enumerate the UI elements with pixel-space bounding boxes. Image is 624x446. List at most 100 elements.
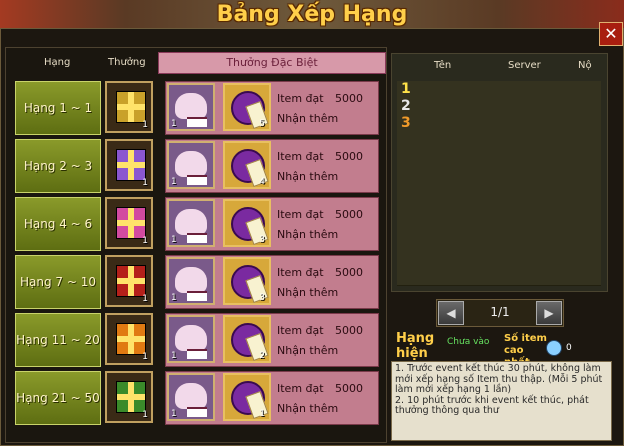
event-notes: 1. Trước event kết thúc 30 phút, không l…: [391, 361, 612, 441]
bonus-label: Nhận thêm: [277, 286, 339, 299]
scroll-orb-slot[interactable]: 3: [223, 257, 271, 305]
close-button[interactable]: ✕: [599, 22, 623, 46]
prev-page-button[interactable]: ◀: [438, 301, 464, 325]
item-count: 3: [259, 235, 265, 245]
column-header-rank: Hạng: [44, 57, 71, 68]
item-count: 1: [142, 178, 148, 188]
best-item-value: 0: [566, 343, 572, 353]
gift-box-slot[interactable]: 1: [105, 371, 153, 423]
monster-icon: [175, 151, 207, 185]
column-header-reward: Thưởng: [108, 57, 146, 68]
note-line: 2. 10 phút trước khi event kết thúc, phá…: [395, 394, 589, 416]
item-count: 1: [171, 177, 177, 187]
item-count: 1: [259, 409, 265, 419]
item-count: 1: [142, 294, 148, 304]
gift-box-icon: [116, 323, 146, 355]
item-requirement-value: 5000: [335, 382, 363, 395]
monster-card-slot[interactable]: 1: [167, 141, 215, 189]
gift-box-slot[interactable]: 1: [105, 81, 153, 133]
ranking-row: 3: [397, 115, 601, 133]
item-requirement-label: Item đạt: [277, 324, 324, 337]
monster-icon: [175, 325, 207, 359]
item-requirement-value: 5000: [335, 208, 363, 221]
bonus-label: Nhận thêm: [277, 228, 339, 241]
next-page-button[interactable]: ▶: [536, 301, 562, 325]
item-count: 4: [259, 177, 265, 187]
item-requirement-label: Item đạt: [277, 382, 324, 395]
item-count: 1: [142, 410, 148, 420]
monster-card-slot[interactable]: 1: [167, 257, 215, 305]
item-requirement-value: 5000: [335, 266, 363, 279]
item-count: 1: [142, 352, 148, 362]
gift-box-icon: [116, 265, 146, 297]
window-title: Bảng Xếp Hạng: [216, 2, 408, 27]
monster-card-slot[interactable]: 1: [167, 83, 215, 131]
item-requirement-label: Item đạt: [277, 208, 324, 221]
rank-range-button[interactable]: Hạng 21 ~ 50: [15, 371, 101, 425]
bonus-label: Nhận thêm: [277, 402, 339, 415]
column-header-name: Tên: [434, 60, 452, 71]
gift-box-icon: [116, 91, 146, 123]
monster-card-slot[interactable]: 1: [167, 199, 215, 247]
item-count: 1: [142, 120, 148, 130]
monster-card-slot[interactable]: 1: [167, 315, 215, 363]
page-indicator: 1/1: [490, 305, 510, 319]
gift-box-icon: [116, 149, 146, 181]
item-requirement-label: Item đạt: [277, 266, 324, 279]
reward-row: Hạng 21 ~ 50 1 1 1 Item đạt 5000 Nhận thêm: [15, 371, 379, 425]
column-header-server: Server: [508, 60, 541, 71]
rank-range-button[interactable]: Hạng 2 ~ 3: [15, 139, 101, 193]
note-line: 1. Trước event kết thúc 30 phút, không l…: [395, 363, 603, 395]
item-requirement-value: 5000: [335, 324, 363, 337]
ranking-row: [397, 183, 601, 201]
reward-row: Hạng 2 ~ 3 1 1 4 Item đạt 5000 Nhận thêm: [15, 139, 379, 193]
item-requirement-value: 5000: [335, 92, 363, 105]
gift-box-slot[interactable]: 1: [105, 313, 153, 365]
item-count: 2: [259, 351, 265, 361]
bonus-label: Nhận thêm: [277, 170, 339, 183]
monster-card-slot[interactable]: 1: [167, 373, 215, 421]
item-count: 1: [171, 119, 177, 129]
rank-range-button[interactable]: Hạng 11 ~ 20: [15, 313, 101, 367]
item-requirement-label: Item đạt: [277, 150, 324, 163]
column-header-extra: Nộ: [578, 60, 592, 71]
rank-range-button[interactable]: Hạng 7 ~ 10: [15, 255, 101, 309]
rank-number: 1: [401, 81, 411, 97]
current-rank-value: Chưa vào: [447, 337, 490, 347]
reward-row: Hạng 4 ~ 6 1 1 3 Item đạt 5000 Nhận thêm: [15, 197, 379, 251]
monster-icon: [175, 267, 207, 301]
scroll-orb-slot[interactable]: 1: [223, 373, 271, 421]
item-count: 1: [171, 235, 177, 245]
item-count: 3: [259, 293, 265, 303]
ranking-row: [397, 251, 601, 269]
ranking-row: [397, 149, 601, 167]
scroll-orb-slot[interactable]: 5: [223, 83, 271, 131]
monster-icon: [175, 383, 207, 417]
scroll-orb-slot[interactable]: 2: [223, 315, 271, 363]
item-count: 1: [171, 351, 177, 361]
item-requirement-value: 5000: [335, 150, 363, 163]
scroll-orb-slot[interactable]: 3: [223, 199, 271, 247]
monster-icon: [175, 209, 207, 243]
ranking-row: [397, 268, 601, 286]
bonus-label: Nhận thêm: [277, 112, 339, 125]
ranking-row: [397, 132, 601, 150]
rank-range-button[interactable]: Hạng 4 ~ 6: [15, 197, 101, 251]
gift-box-slot[interactable]: 1: [105, 139, 153, 191]
ranking-row: [397, 200, 601, 218]
pagination: ◀ 1/1 ▶: [436, 299, 564, 327]
rank-number: 3: [401, 115, 411, 131]
gift-box-slot[interactable]: 1: [105, 255, 153, 307]
reward-row: Hạng 11 ~ 20 1 1 2 Item đạt 5000 Nhận thêm: [15, 313, 379, 367]
ranking-row: [397, 166, 601, 184]
item-count: 5: [259, 119, 265, 129]
bonus-label: Nhận thêm: [277, 344, 339, 357]
gift-box-slot[interactable]: 1: [105, 197, 153, 249]
ranking-row: [397, 234, 601, 252]
item-count: 1: [142, 236, 148, 246]
rank-range-button[interactable]: Hạng 1 ~ 1: [15, 81, 101, 135]
rank-number: 2: [401, 98, 411, 114]
scroll-orb-slot[interactable]: 4: [223, 141, 271, 189]
ranking-row: 2: [397, 98, 601, 116]
item-requirement-label: Item đạt: [277, 92, 324, 105]
